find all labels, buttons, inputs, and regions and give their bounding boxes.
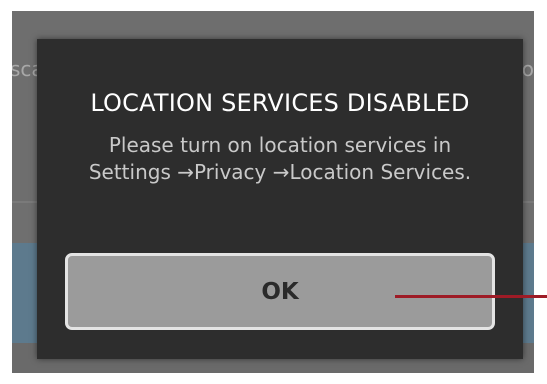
ok-button-label: OK: [261, 278, 299, 305]
ok-button[interactable]: OK: [65, 253, 495, 330]
callout-pointer: [395, 295, 547, 298]
alert-dialog: LOCATION SERVICES DISABLED Please turn o…: [37, 39, 523, 359]
background-text-right: o: [521, 57, 534, 81]
dialog-title: LOCATION SERVICES DISABLED: [90, 89, 470, 117]
dialog-message: Please turn on location services in Sett…: [88, 133, 472, 184]
